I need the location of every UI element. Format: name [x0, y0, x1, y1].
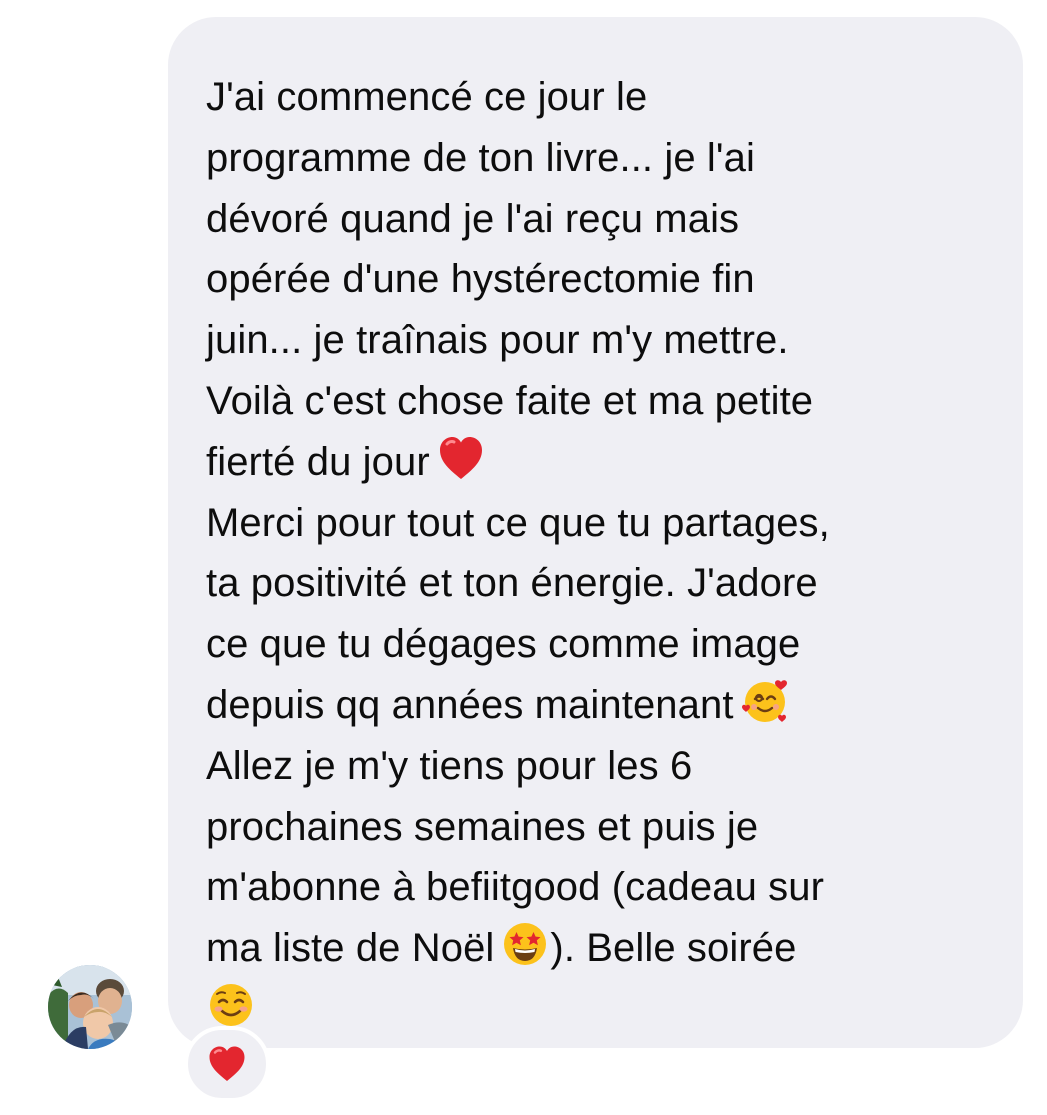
message-line: prochaines semaines et puis je [206, 804, 759, 849]
message-line-with-emoji: ma liste de Noël ). Belle soirée [206, 918, 993, 979]
message-line: Allez je m'y tiens pour les 6 [206, 743, 693, 788]
reaction-badge[interactable] [184, 1026, 270, 1102]
message-line: Merci pour tout ce que tu partages, [206, 500, 830, 545]
message-line: juin... je traînais pour m'y mettre. [206, 318, 789, 363]
star-struck-icon [500, 919, 550, 969]
red-heart-icon [209, 1046, 245, 1081]
avatar-photo [48, 965, 132, 1049]
message-line-with-emoji [206, 979, 993, 1040]
message-line: ce que tu dégages comme image [206, 622, 801, 667]
message-line-with-emoji: depuis qq années maintenant [206, 675, 993, 736]
message-line: opérée d'une hystérectomie fin [206, 257, 755, 302]
message-text: J'ai commencé ce jour le programme de to… [206, 67, 993, 1040]
message-line: m'abonne à befiitgood (cadeau sur [206, 865, 825, 910]
message-line-text: fierté du jour [206, 439, 430, 484]
message-line-text: depuis qq années maintenant [206, 682, 734, 727]
message-line: ta positivité et ton énergie. J'adore [206, 561, 818, 606]
smiling-face-with-hearts-icon [740, 676, 790, 726]
message-bubble[interactable]: J'ai commencé ce jour le programme de to… [168, 17, 1023, 1048]
message-line: Voilà c'est chose faite et ma petite [206, 378, 814, 423]
message-line-text: ). Belle soirée [550, 926, 797, 971]
red-heart-icon [436, 433, 486, 483]
message-line: dévoré quand je l'ai reçu mais [206, 196, 740, 241]
smiling-face-icon [206, 980, 256, 1030]
message-line-text: ma liste de Noël [206, 926, 495, 971]
message-line-with-emoji: fierté du jour [206, 432, 993, 493]
message-line: J'ai commencé ce jour le [206, 75, 648, 119]
sender-avatar[interactable] [48, 965, 132, 1049]
message-line: programme de ton livre... je l'ai [206, 135, 755, 180]
